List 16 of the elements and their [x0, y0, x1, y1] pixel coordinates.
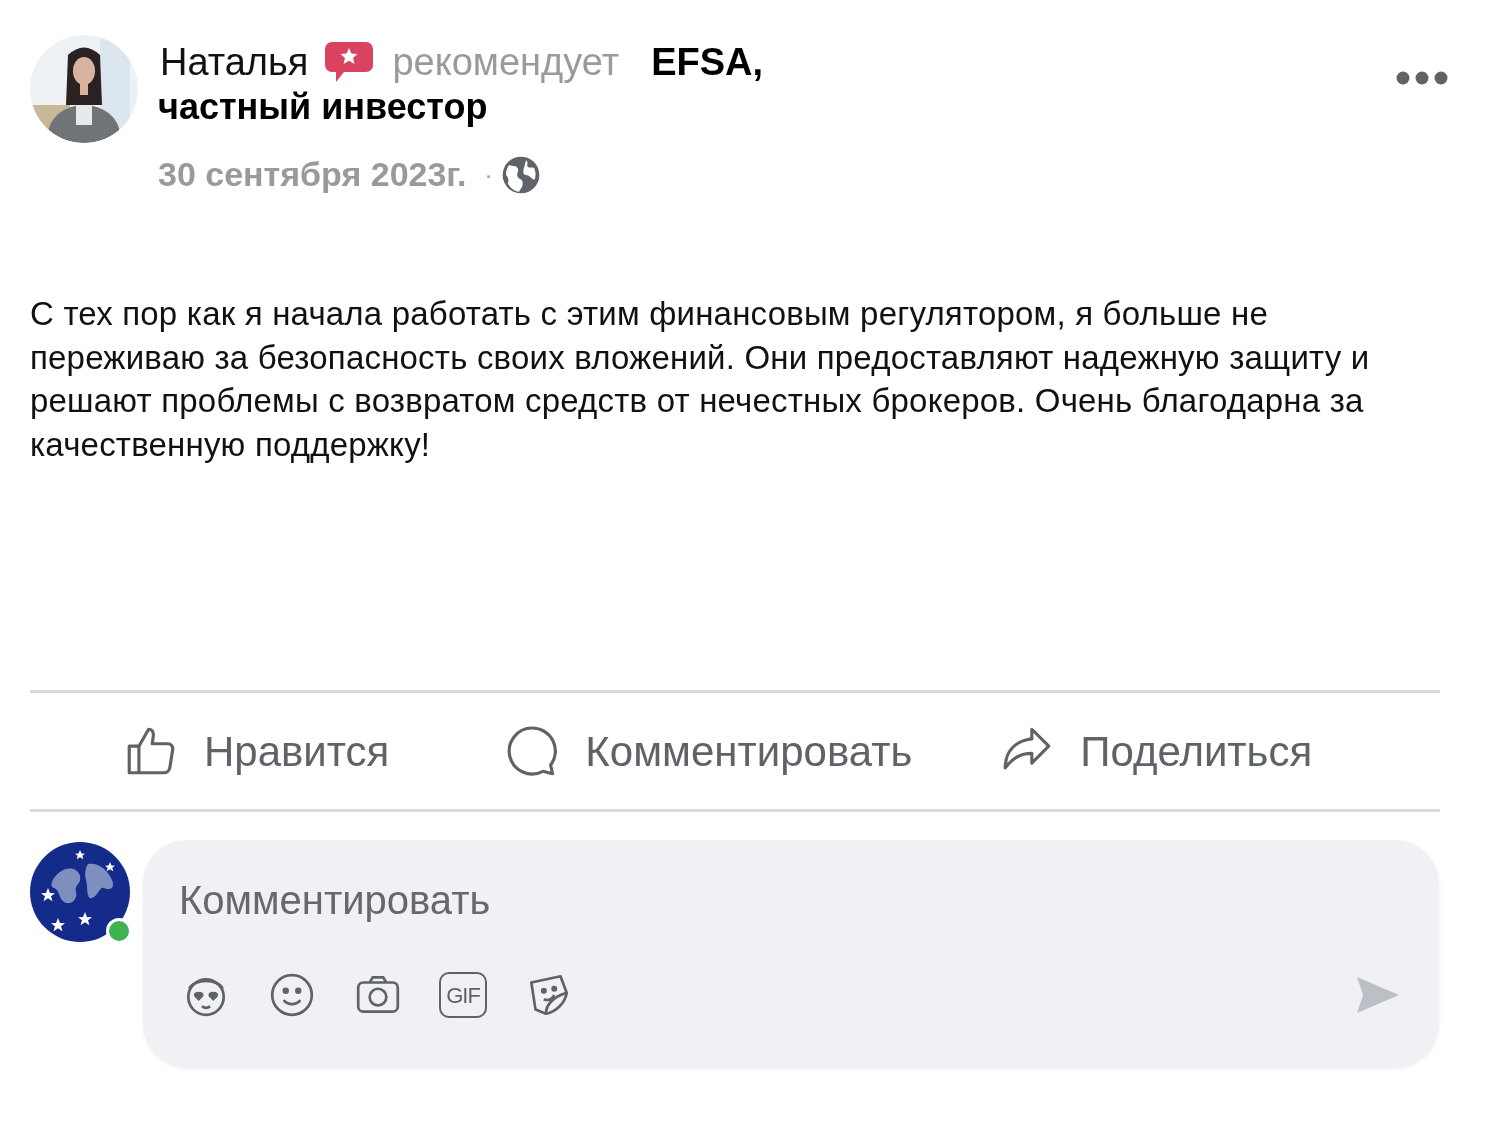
separator-dot: · [484, 159, 493, 190]
author-name[interactable]: Наталья [160, 39, 309, 85]
more-options-icon[interactable] [1396, 71, 1448, 85]
globe-logo-icon [30, 842, 130, 942]
star-speech-bubble-icon [324, 40, 375, 84]
comment-input[interactable]: Комментировать [179, 870, 1403, 930]
comment-box[interactable]: Комментировать GIF [143, 840, 1439, 1068]
page-name[interactable]: EFSA, [651, 39, 764, 85]
recommends-label: рекомендует [392, 40, 620, 85]
comment-button[interactable]: Комментировать [503, 719, 913, 783]
post-text: С тех пор как я начала работать с этим финансовым регулятором, я больше не переживаю за безопасность своих вложений. Они предоставляют надежную защиту и решают проблемы с возвратом средств от нечестных брокеров. Очень благодарна за качественную поддержку! [30, 294, 1371, 465]
share-button[interactable]: Поделиться [998, 719, 1313, 783]
author-subtitle: частный инвестор [158, 85, 489, 129]
globe-icon [500, 154, 541, 195]
gif-button[interactable]: GIF [439, 972, 487, 1018]
like-button[interactable]: Нравится [122, 719, 390, 783]
